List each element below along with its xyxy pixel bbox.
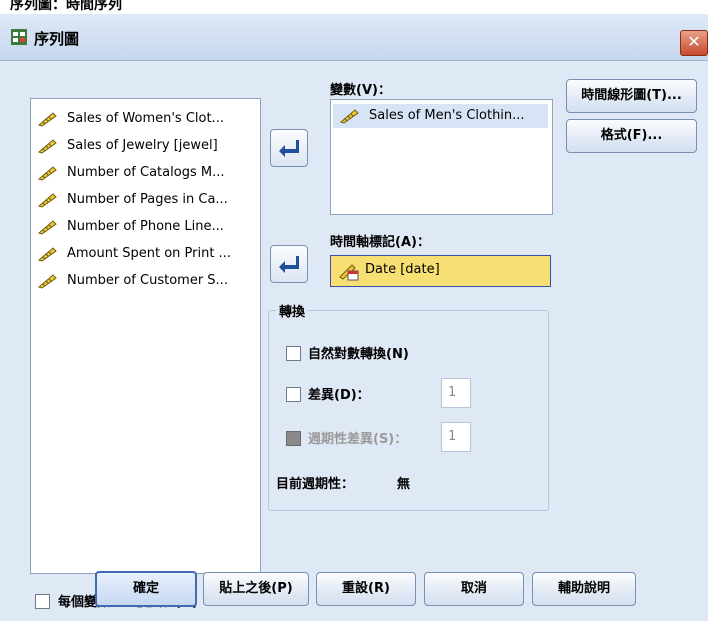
list-item[interactable]: Sales of Jewelry [jewel]: [31, 134, 256, 158]
list-item[interactable]: Number of Pages in Ca...: [31, 188, 256, 212]
list-item[interactable]: Amount Spent on Print ...: [31, 242, 256, 266]
seasonal-difference-checkbox[interactable]: [286, 431, 301, 446]
source-variable-list[interactable]: Sales of Women's Clot... Sales of Jewelry…: [30, 98, 261, 574]
scale-variable-icon: [38, 112, 57, 127]
cancel-button[interactable]: 取消: [424, 572, 524, 606]
variables-list[interactable]: Sales of Men's Clothin...: [330, 99, 553, 215]
background-window-edge: 序列圖：時間序列: [0, 0, 708, 14]
list-item-label: Amount Spent on Print ...: [67, 246, 231, 261]
list-item[interactable]: Number of Catalogs M...: [31, 161, 256, 185]
variables-label: 變數(V)：: [330, 83, 391, 98]
scale-variable-icon: [38, 247, 57, 262]
transform-group-label: 轉換: [276, 301, 309, 320]
seasonal-difference-input[interactable]: 1: [441, 422, 471, 452]
arrow-left-icon: [279, 256, 299, 273]
chart-app-icon: [11, 29, 27, 45]
difference-label: 差異(D)：: [308, 388, 370, 403]
list-item[interactable]: Sales of Women's Clot...: [31, 107, 256, 131]
periodicity-label: 目前週期性：: [276, 477, 355, 492]
scale-variable-icon: [38, 220, 57, 235]
list-item[interactable]: Number of Phone Line...: [31, 215, 256, 239]
time-axis-value: Date [date]: [365, 262, 440, 277]
periodicity-value: 無: [397, 477, 411, 492]
list-item-label: Number of Customer S...: [67, 273, 228, 288]
list-item-label: Number of Catalogs M...: [67, 165, 225, 180]
title-bar[interactable]: 序列圖 ✕: [0, 14, 708, 61]
scale-variable-icon: [38, 193, 57, 208]
time-axis-field[interactable]: Date [date]: [330, 255, 551, 287]
close-icon[interactable]: ✕: [680, 30, 708, 56]
move-to-time-axis-button[interactable]: [270, 245, 308, 283]
format-button[interactable]: 格式(F)...: [566, 119, 697, 153]
scale-variable-icon: [340, 109, 359, 124]
list-item[interactable]: Number of Customer S...: [31, 269, 256, 293]
time-lines-button[interactable]: 時間線形圖(T)...: [566, 79, 697, 113]
list-item-label: Number of Pages in Ca...: [67, 192, 228, 207]
list-item-label: Sales of Women's Clot...: [67, 111, 224, 126]
arrow-left-icon: [279, 140, 299, 157]
seasonal-difference-label: 週期性差異(S)：: [308, 432, 408, 447]
difference-input[interactable]: 1: [441, 378, 471, 408]
difference-checkbox[interactable]: [286, 387, 301, 402]
sequence-chart-dialog: 序列圖：時間序列 序列圖 ✕ Sales of Women's Clot... S…: [0, 0, 708, 621]
natural-log-label: 自然對數轉換(N): [308, 347, 409, 362]
scale-variable-icon: [38, 274, 57, 289]
reset-button[interactable]: 重設(R): [316, 572, 416, 606]
move-to-variables-button[interactable]: [270, 129, 308, 167]
scale-variable-icon: [38, 139, 57, 154]
date-variable-icon: [339, 264, 359, 281]
list-item-label: Number of Phone Line...: [67, 219, 224, 234]
dialog-body: Sales of Women's Clot... Sales of Jewelry…: [0, 61, 708, 621]
list-item-label: Sales of Jewelry [jewel]: [67, 138, 218, 153]
background-caption: 序列圖：時間序列: [10, 0, 122, 13]
paste-button[interactable]: 貼上之後(P): [203, 572, 309, 606]
window-title: 序列圖: [34, 30, 80, 48]
help-button[interactable]: 輔助說明: [532, 572, 636, 606]
time-axis-label: 時間軸標記(A)：: [330, 235, 430, 250]
ok-button[interactable]: 確定: [95, 571, 197, 607]
natural-log-checkbox[interactable]: [286, 346, 301, 361]
list-item[interactable]: Sales of Men's Clothin...: [333, 104, 548, 128]
scale-variable-icon: [38, 166, 57, 181]
one-chart-per-variable-checkbox[interactable]: [35, 594, 50, 609]
